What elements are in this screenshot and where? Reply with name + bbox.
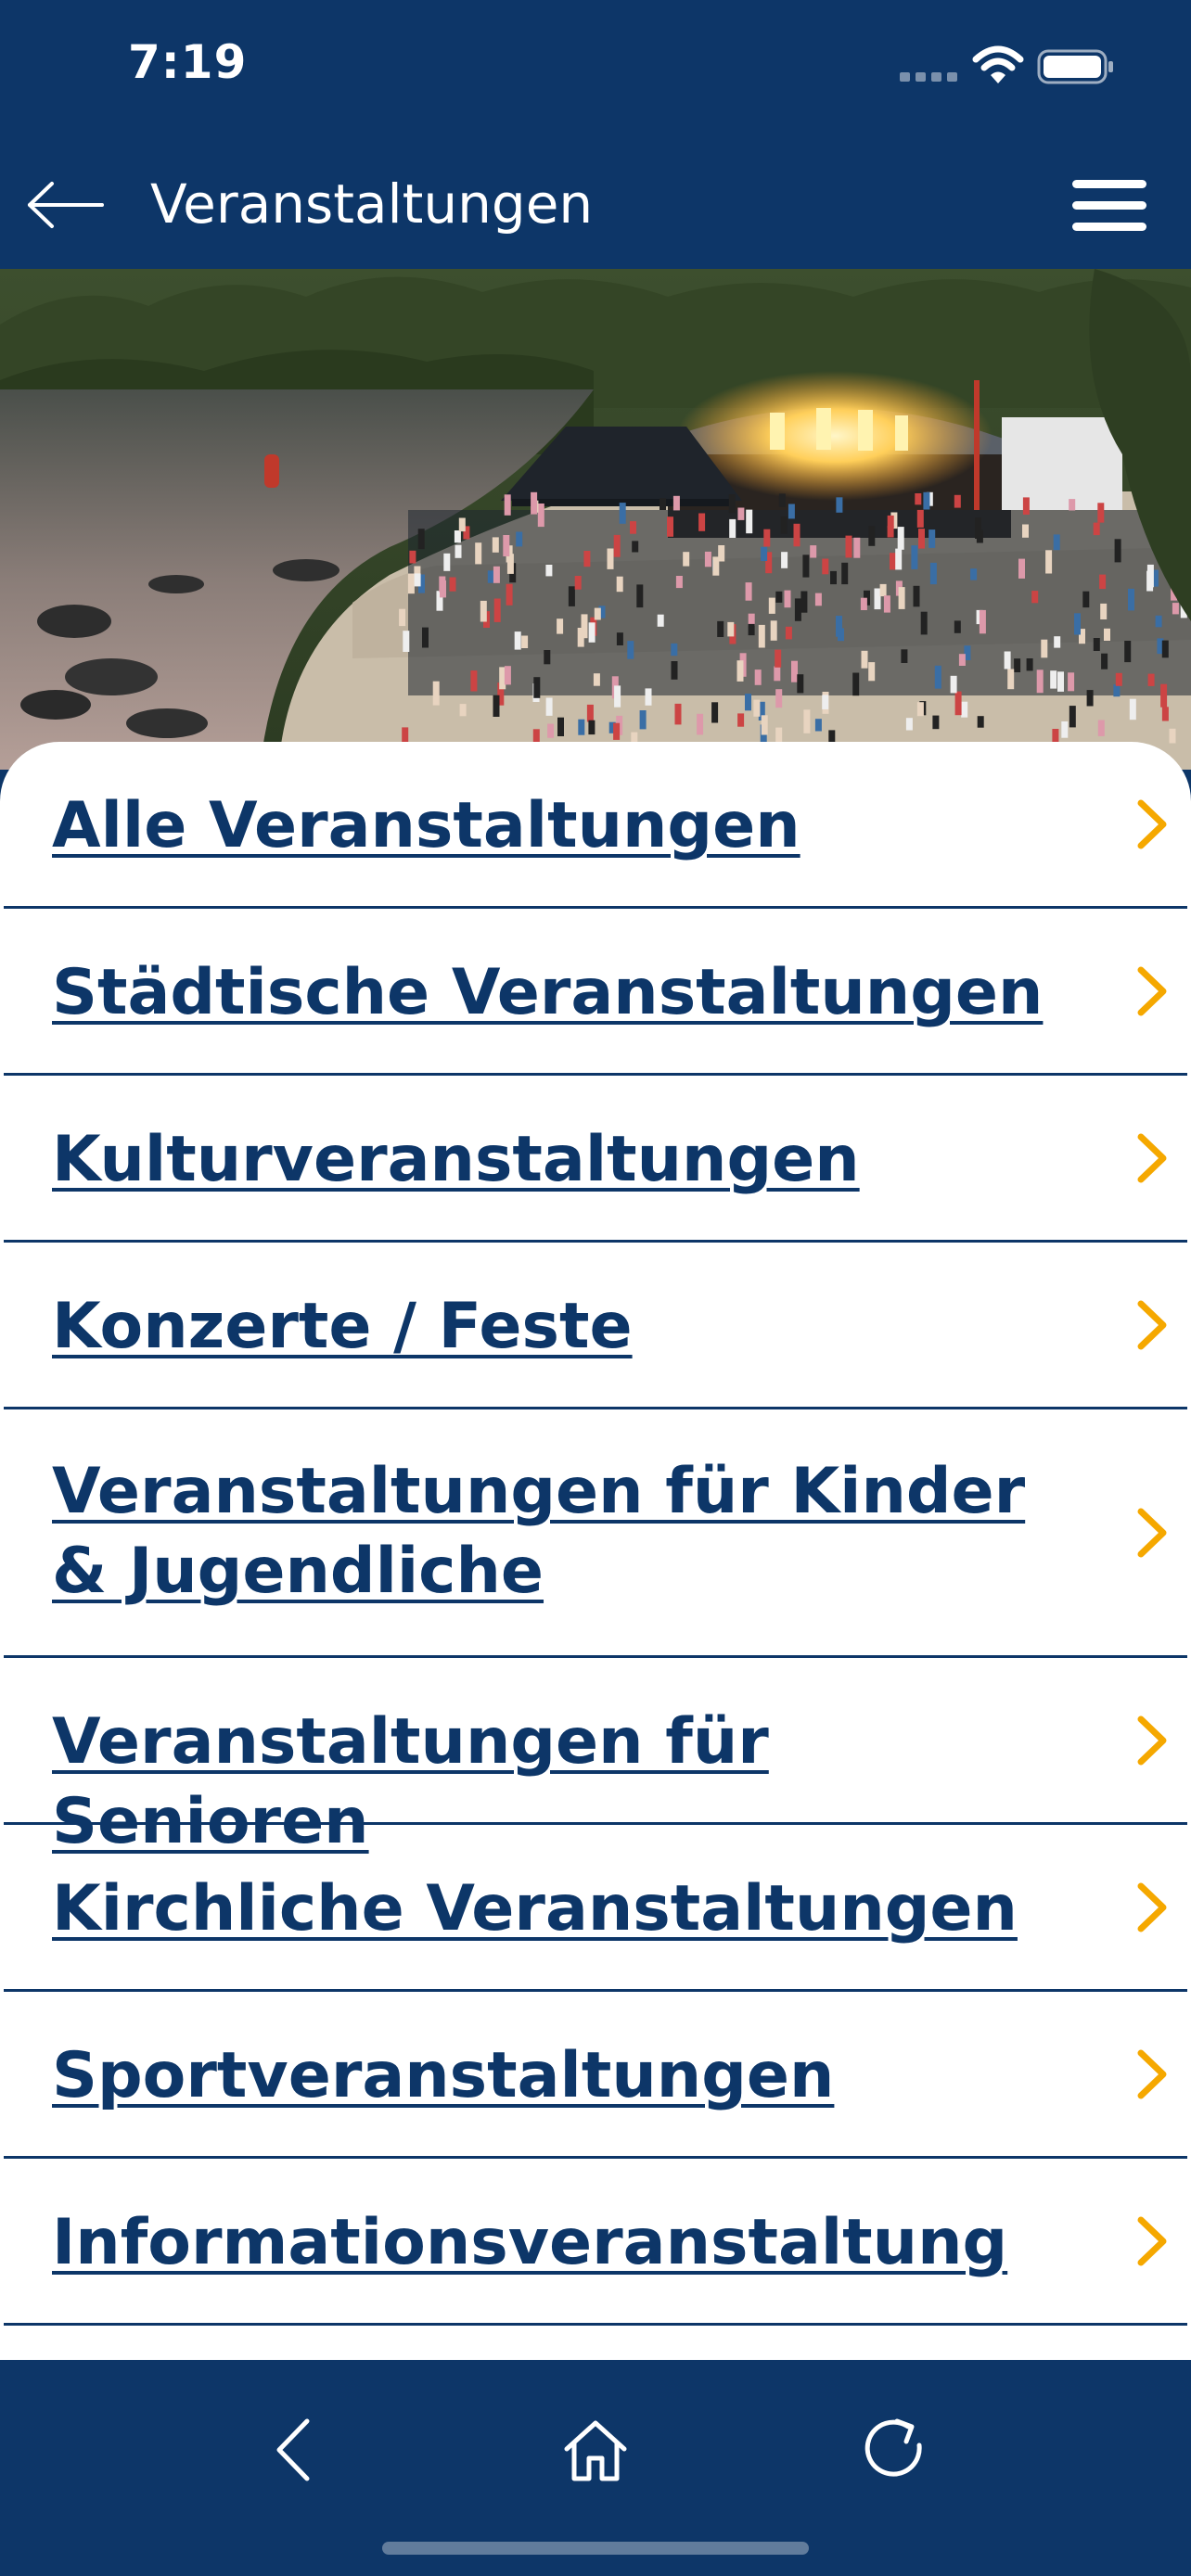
- hero-image: [0, 269, 1191, 770]
- menu-item[interactable]: Alle Veranstaltungen: [4, 742, 1187, 909]
- menu-item[interactable]: Städtische Veranstaltungen: [4, 909, 1187, 1076]
- menu-item[interactable]: Konzerte / Feste: [4, 1243, 1187, 1409]
- reload-icon[interactable]: [852, 2408, 936, 2492]
- menu-item-label[interactable]: Städtische Veranstaltungen: [4, 909, 1187, 1033]
- menu-item-label[interactable]: Sportveranstaltungen: [4, 1992, 1187, 2116]
- menu-item-label[interactable]: Informationsveranstaltung: [4, 2159, 1187, 2283]
- wifi-icon: [972, 45, 1024, 83]
- bottom-nav-bar: [0, 2360, 1191, 2576]
- back-arrow-icon[interactable]: [24, 172, 108, 237]
- menu-item-label[interactable]: Kulturveranstaltungen: [4, 1076, 1187, 1200]
- hamburger-menu-icon[interactable]: [1067, 172, 1150, 237]
- menu-item-label[interactable]: Konzerte / Feste: [4, 1243, 1187, 1367]
- chevron-right-icon: [1137, 2049, 1167, 2098]
- chevron-left-icon[interactable]: [255, 2408, 339, 2492]
- app-header: Veranstaltungen: [0, 139, 1191, 269]
- menu-item-label[interactable]: Veranstaltungen für Kinder & Jugendliche: [4, 1409, 1187, 1612]
- menu-item[interactable]: Sportveranstaltungen: [4, 1992, 1187, 2159]
- menu-item-label[interactable]: Kirchliche Veranstaltungen: [4, 1825, 1187, 1949]
- chevron-right-icon: [1137, 799, 1167, 848]
- chevron-right-icon: [1137, 966, 1167, 1015]
- menu-item[interactable]: Kirchliche Veranstaltungen: [4, 1825, 1187, 1992]
- chevron-right-icon: [1137, 1508, 1167, 1557]
- status-time: 7:19: [128, 35, 248, 89]
- event-photo: [0, 269, 1191, 770]
- menu-item[interactable]: Veranstaltungen für Kinder & Jugendliche: [4, 1409, 1187, 1658]
- chevron-right-icon: [1137, 1882, 1167, 1932]
- chevron-right-icon: [1137, 2216, 1167, 2265]
- menu-item[interactable]: Veranstaltungen für Senioren: [4, 1658, 1187, 1858]
- home-icon[interactable]: [554, 2408, 637, 2492]
- chevron-right-icon: [1137, 1300, 1167, 1349]
- home-indicator: [382, 2542, 809, 2555]
- menu-item[interactable]: Kulturveranstaltungen: [4, 1076, 1187, 1243]
- battery-icon: [1037, 49, 1113, 84]
- menu-item-label[interactable]: Alle Veranstaltungen: [4, 742, 1187, 866]
- cellular-signal-icon: [900, 72, 957, 83]
- status-bar: 7:19: [0, 0, 1191, 139]
- content-panel: Alle Veranstaltungen Städtische Veranstal…: [0, 742, 1191, 2360]
- menu-item[interactable]: Informationsveranstaltung: [4, 2159, 1187, 2326]
- chevron-right-icon: [1137, 1715, 1167, 1765]
- page-title: Veranstaltungen: [150, 172, 594, 236]
- chevron-right-icon: [1137, 1133, 1167, 1182]
- category-list: Alle Veranstaltungen Städtische Veranstal…: [0, 742, 1191, 2326]
